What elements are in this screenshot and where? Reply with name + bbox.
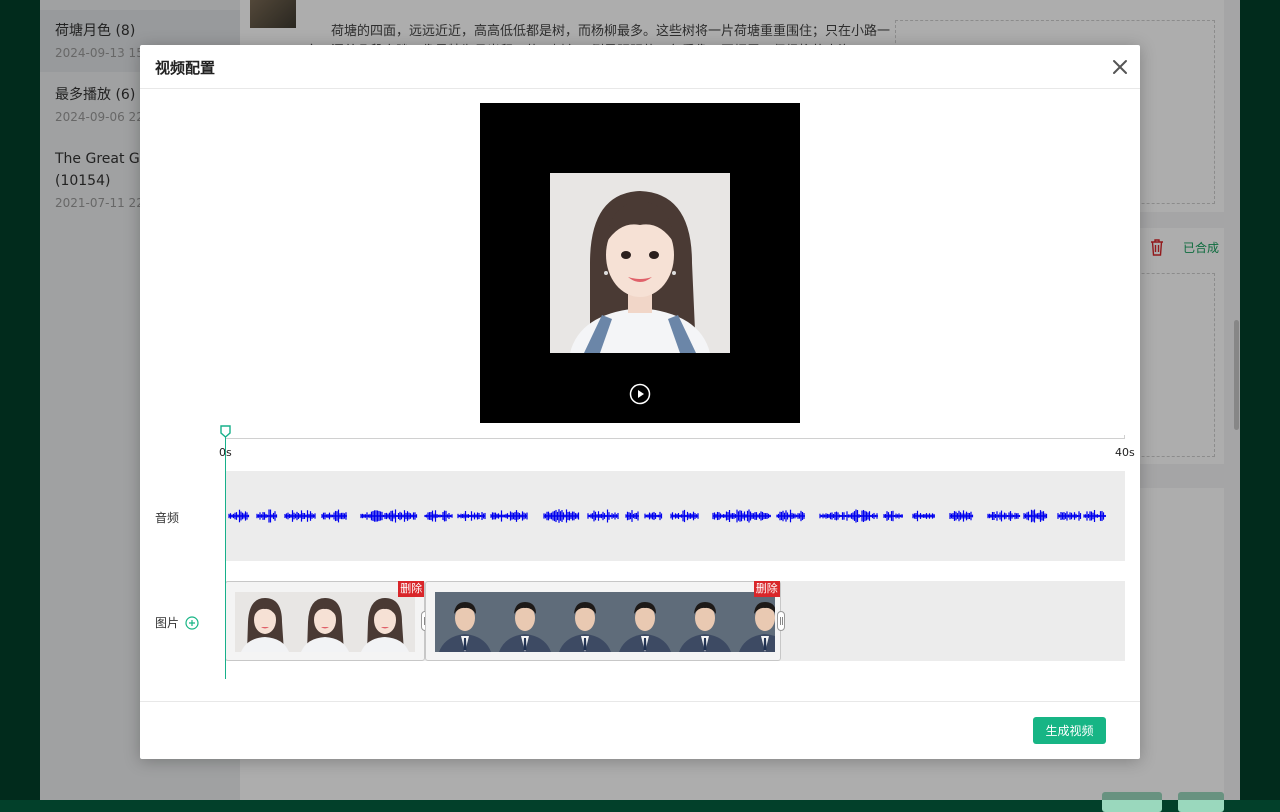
audio-waveform xyxy=(228,509,1106,523)
play-icon[interactable] xyxy=(629,383,651,405)
audio-track[interactable] xyxy=(225,471,1125,561)
add-image-icon[interactable] xyxy=(185,616,199,630)
playhead-handle-icon[interactable] xyxy=(220,425,231,438)
clip-resize-handle[interactable] xyxy=(776,611,785,631)
clip-frame-woman xyxy=(295,592,355,652)
preview-image xyxy=(550,173,730,353)
image-clip-man[interactable]: 删除 xyxy=(425,581,785,661)
image-clip-woman[interactable]: 删除 xyxy=(225,581,430,661)
video-preview[interactable] xyxy=(480,103,800,423)
timeline-end-tick xyxy=(1124,435,1125,439)
close-icon[interactable] xyxy=(1110,57,1130,77)
image-track[interactable]: 删除 删除 xyxy=(225,581,1125,661)
delete-clip-button[interactable]: 删除 xyxy=(753,581,780,597)
clip-frame-man xyxy=(495,592,556,652)
clip-frame-man xyxy=(675,592,736,652)
clip-frame-woman xyxy=(355,592,415,652)
clip-frame-man xyxy=(555,592,616,652)
modal-title: 视频配置 xyxy=(155,59,216,77)
delete-clip-button[interactable]: 删除 xyxy=(398,581,425,597)
timeline-end-label: 40s xyxy=(1115,446,1135,459)
clip-frame-strip xyxy=(235,592,419,652)
clip-frame-man xyxy=(435,592,496,652)
clip-frame-man xyxy=(615,592,676,652)
audio-track-label: 音频 xyxy=(155,511,180,525)
playhead-line xyxy=(225,437,226,679)
modal-header: 视频配置 xyxy=(140,45,1140,89)
clip-frame-man xyxy=(735,592,775,652)
modal-footer-divider xyxy=(140,701,1140,702)
timeline-ruler[interactable] xyxy=(225,438,1125,439)
video-config-modal: 视频配置 0s 40s 音频 图片 xyxy=(140,45,1140,759)
clip-frame-strip xyxy=(435,592,775,652)
image-track-label: 图片 xyxy=(155,616,180,630)
generate-video-button[interactable]: 生成视频 xyxy=(1033,717,1106,744)
clip-frame-woman xyxy=(235,592,295,652)
